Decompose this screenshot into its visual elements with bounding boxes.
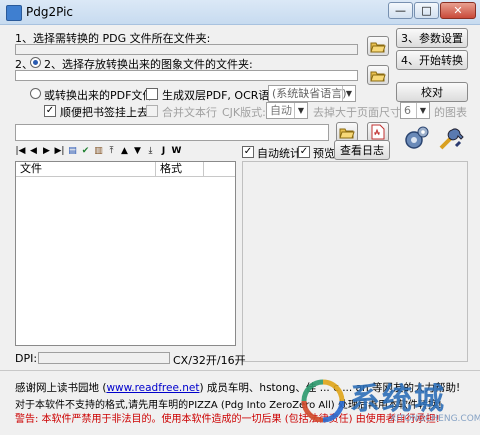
image-folder-radio[interactable] bbox=[30, 57, 41, 68]
pdf-file-icon bbox=[371, 124, 385, 140]
prev-page-icon[interactable]: ◀ bbox=[28, 146, 39, 156]
merge-text-checkbox[interactable] bbox=[146, 105, 158, 117]
move-top-icon[interactable]: ⤒ bbox=[106, 146, 117, 156]
dpi-label: DPI: bbox=[15, 352, 38, 365]
move-bottom-icon[interactable]: ⤓ bbox=[145, 146, 156, 156]
auto-stats-checkbox[interactable]: ✓ bbox=[242, 146, 254, 158]
bookmark-checkbox[interactable]: ✓ bbox=[44, 105, 56, 117]
proofread-button[interactable]: 校对 bbox=[396, 82, 468, 102]
folder-open-icon bbox=[339, 128, 355, 138]
file-list[interactable]: 文件 格式 bbox=[15, 161, 236, 346]
cjk-select[interactable]: 自动 ▼ bbox=[266, 102, 308, 119]
gears-icon[interactable] bbox=[402, 124, 430, 152]
cjk-label: CJK版式: bbox=[222, 106, 266, 119]
params-button[interactable]: 3、参数设置 bbox=[396, 28, 468, 48]
document-edit-icon[interactable]: ▥ bbox=[93, 146, 104, 156]
watermark-logo: 系统城 XITONGCHENG.COM bbox=[300, 360, 480, 435]
pdf-radio[interactable] bbox=[30, 88, 41, 99]
remove-figure-label: 去掉大于页面尺寸1/ bbox=[313, 106, 412, 119]
maximize-button[interactable]: □ bbox=[414, 2, 439, 19]
app-icon bbox=[6, 5, 22, 21]
preview-panel bbox=[242, 161, 468, 362]
watermark-subtext: XITONGCHENG.COM bbox=[390, 414, 480, 424]
last-page-icon[interactable]: ▶| bbox=[54, 146, 65, 156]
remove-figure-suffix: 的图表 bbox=[434, 106, 467, 119]
cjk-value: 自动 bbox=[270, 104, 292, 117]
path-browse-button[interactable] bbox=[336, 122, 358, 142]
preview-checkbox[interactable]: ✓ bbox=[298, 146, 310, 158]
watermark-text: 系统城 bbox=[350, 382, 446, 417]
move-up-icon[interactable]: ▲ bbox=[119, 146, 130, 156]
preview-label: 预览 bbox=[313, 147, 335, 160]
auto-stats-label: 自动统计 bbox=[257, 147, 301, 160]
minimize-button[interactable]: — bbox=[388, 2, 413, 19]
document-icon[interactable]: ▤ bbox=[67, 146, 78, 156]
folder-open-icon bbox=[370, 71, 386, 81]
window-title: Pdg2Pic bbox=[26, 5, 74, 19]
remove-figure-select[interactable]: 6 ▼ bbox=[400, 102, 430, 119]
pdf-label: 或转换出来的PDF文件: bbox=[44, 89, 158, 102]
path-input[interactable] bbox=[15, 124, 329, 141]
dpi-progress bbox=[38, 352, 170, 364]
first-page-icon[interactable]: |◀ bbox=[15, 146, 26, 156]
pdg-folder-input[interactable] bbox=[15, 44, 358, 55]
chevron-down-icon: ▼ bbox=[416, 103, 429, 118]
view-log-button[interactable]: 查看日志 bbox=[334, 140, 390, 160]
w-button[interactable]: W bbox=[171, 146, 182, 156]
watermark-emblem-icon bbox=[301, 379, 345, 423]
column-header-file[interactable]: 文件 bbox=[16, 162, 156, 177]
pdf-file-button[interactable] bbox=[367, 122, 389, 142]
list-toolbar: |◀ ◀ ▶ ▶| ▤ ✔ ▥ ⤒ ▲ ▼ ⤓ J W bbox=[15, 146, 182, 156]
close-button[interactable]: ✕ bbox=[440, 2, 476, 19]
j-button[interactable]: J bbox=[158, 146, 169, 156]
ocr-language-value: (系统缺省语言) bbox=[272, 87, 347, 100]
remove-figure-value: 6 bbox=[404, 104, 411, 117]
check-icon[interactable]: ✔ bbox=[80, 146, 91, 156]
title-bar: Pdg2Pic — □ ✕ bbox=[0, 0, 480, 25]
folder-open-icon bbox=[370, 42, 386, 52]
tools-icon[interactable] bbox=[436, 124, 464, 152]
pdg-folder-browse-button[interactable] bbox=[367, 36, 389, 56]
start-button[interactable]: 4、开始转换 bbox=[396, 50, 468, 70]
bookmark-label: 顺便把书签挂上去 bbox=[60, 106, 148, 119]
double-layer-checkbox[interactable] bbox=[146, 88, 158, 100]
chevron-down-icon: ▼ bbox=[342, 86, 355, 101]
readfree-link[interactable]: www.readfree.net bbox=[106, 382, 199, 394]
next-page-icon[interactable]: ▶ bbox=[41, 146, 52, 156]
chevron-down-icon: ▼ bbox=[294, 103, 307, 118]
image-folder-browse-button[interactable] bbox=[367, 65, 389, 85]
column-header-empty bbox=[204, 162, 235, 177]
ocr-language-select[interactable]: (系统缺省语言) ▼ bbox=[268, 85, 356, 102]
size-text: CX/32开/16开 bbox=[173, 354, 246, 367]
move-down-icon[interactable]: ▼ bbox=[132, 146, 143, 156]
thanks-prefix: 感谢网上读书园地 ( bbox=[15, 382, 107, 394]
image-folder-input[interactable] bbox=[15, 70, 358, 81]
merge-text-label: 合并文本行 bbox=[162, 106, 217, 119]
double-layer-label: 生成双层PDF, OCR语言: bbox=[162, 89, 285, 102]
column-header-format[interactable]: 格式 bbox=[156, 162, 204, 177]
